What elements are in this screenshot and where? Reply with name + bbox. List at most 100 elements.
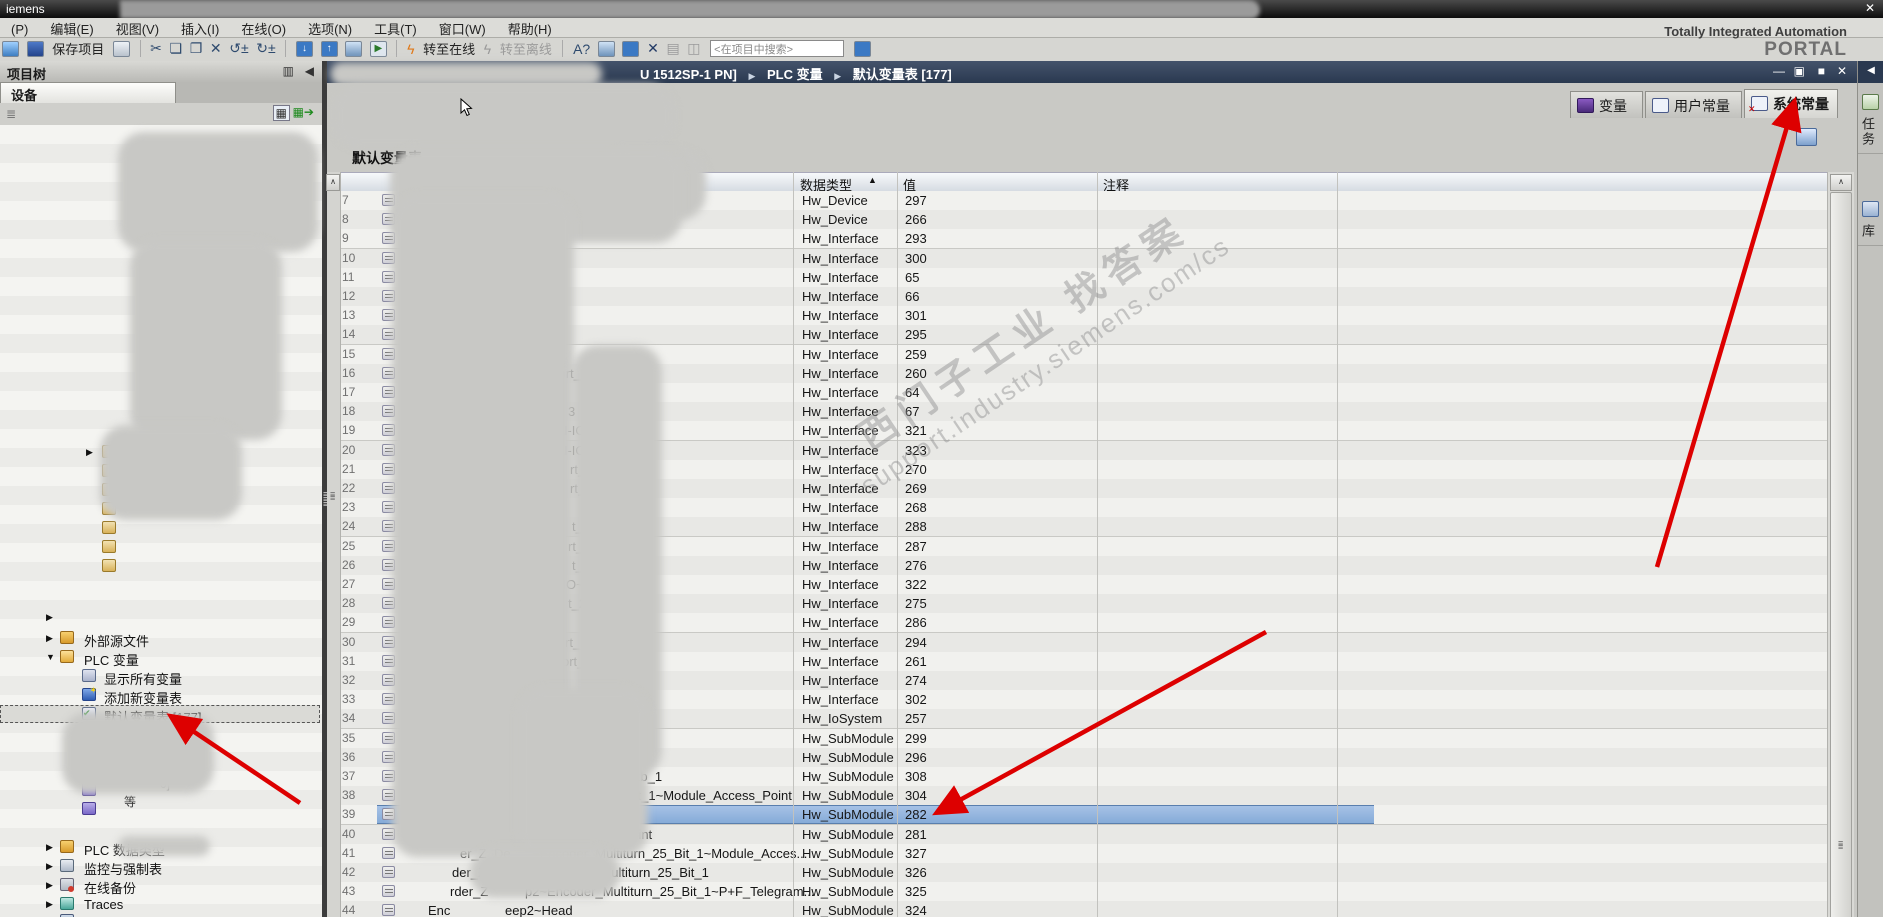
menu-item-7[interactable]: 窗口(W) — [428, 18, 497, 39]
window-lock-icon[interactable] — [1796, 128, 1817, 146]
cell-value: 321 — [905, 423, 927, 439]
row-number: 27 — [342, 577, 356, 591]
mouse-cursor-icon — [460, 98, 473, 117]
tab-devices[interactable]: 设备 — [0, 82, 176, 103]
breadcrumb-plc-tags[interactable]: PLC 变量 — [767, 67, 823, 82]
minimize-editor-icon[interactable]: — — [1773, 64, 1785, 78]
menu-item-0[interactable]: (P) — [0, 21, 39, 38]
paste-icon[interactable]: ❐ — [190, 40, 203, 57]
cell-data-type: Hw_Interface — [802, 500, 879, 516]
watch-icon — [60, 859, 74, 872]
cut-icon[interactable]: ✂ — [150, 40, 162, 57]
scroll-up-icon[interactable]: ∧ — [1830, 174, 1852, 191]
scroll-up-icon[interactable]: ∧ — [326, 174, 340, 191]
go-offline-button[interactable]: 转至离线 — [500, 39, 552, 58]
sidebar-item-tasks[interactable]: 任务 — [1858, 89, 1883, 154]
save-project-icon[interactable] — [26, 40, 44, 57]
refresh-view-icon[interactable]: ▦➔ — [293, 105, 314, 119]
table-right-scrollbar[interactable]: ∧ ≡ ≡ — [1827, 172, 1854, 917]
tab-变量[interactable]: 变量 — [1570, 91, 1643, 118]
project-search-icon[interactable] — [853, 40, 871, 57]
accessible-devices-icon[interactable] — [597, 40, 615, 57]
table-left-scrollbar[interactable]: ∧ ≡ ≡ — [326, 172, 341, 917]
splitter-grip[interactable]: ≡ ≡ ≡ — [323, 490, 328, 518]
row-number: 34 — [342, 711, 356, 726]
chevron-right-icon[interactable]: ▶ — [46, 880, 53, 891]
download-to-device-icon[interactable]: ↓ — [295, 40, 313, 57]
menu-item-1[interactable]: 编辑(E) — [39, 18, 104, 39]
chevron-down-icon[interactable]: ▼ — [46, 652, 55, 662]
cell-data-type: Hw_SubModule — [802, 845, 894, 861]
new-project-icon[interactable] — [2, 40, 19, 57]
start-simulation-icon[interactable]: ▶ — [369, 40, 387, 57]
table-row-44[interactable]: 44 Enc eep2~Head Hw_SubModule 324 — [340, 901, 1827, 917]
tree-filter-icon[interactable]: ≣ — [6, 107, 16, 121]
stop-cpu-icon[interactable]: ✕ — [647, 40, 659, 57]
collapse-right-icon[interactable]: ◀ — [1858, 61, 1883, 83]
delete-icon[interactable]: ✕ — [210, 40, 222, 57]
diagnostics-icon[interactable]: A? — [573, 41, 590, 57]
details-view-icon[interactable]: ▦ — [272, 105, 290, 121]
save-project-button[interactable]: 保存项目 — [52, 39, 104, 58]
menu-item-2[interactable]: 视图(V) — [105, 18, 170, 39]
row-number: 28 — [342, 596, 356, 611]
pin-panel-icon[interactable]: ▥ — [283, 64, 294, 78]
menu-item-5[interactable]: 选项(N) — [297, 18, 363, 39]
tasks-label: 任务 — [1860, 117, 1875, 147]
cell-value: 282 — [905, 807, 927, 823]
row-number: 8 — [342, 212, 349, 227]
tab-label: 变量 — [1599, 98, 1627, 114]
sidebar-item-libraries[interactable]: 库 — [1858, 196, 1883, 246]
undo-icon[interactable]: ↺± — [229, 40, 248, 57]
chevron-right-icon[interactable]: ▶ — [46, 861, 53, 872]
tab-用户常量[interactable]: 用户常量 — [1645, 91, 1742, 118]
collapse-panel-icon[interactable]: ◀ — [305, 64, 314, 78]
print-icon[interactable] — [112, 40, 130, 57]
breadcrumb-device[interactable]: U 1512SP-1 PN] — [640, 67, 737, 82]
cell-value: 259 — [905, 346, 927, 362]
cell-value: 322 — [905, 577, 927, 592]
device-view-icon[interactable] — [345, 40, 363, 57]
menu-item-3[interactable]: 插入(I) — [170, 18, 230, 39]
go-offline-icon: ϟ — [483, 40, 492, 57]
maximize-editor-icon[interactable]: ■ — [1818, 64, 1825, 78]
split-editor-v-icon[interactable]: ◫ — [687, 40, 700, 57]
cell-value: 327 — [905, 845, 927, 861]
restore-editor-icon[interactable]: ▣ — [1794, 64, 1805, 78]
redo-icon[interactable]: ↻± — [256, 40, 275, 57]
go-online-button[interactable]: 转至在线 — [423, 39, 475, 58]
upload-from-device-icon[interactable]: ↑ — [320, 40, 338, 57]
split-editor-h-icon[interactable]: ▤ — [666, 40, 679, 57]
cell-data-type: Hw_Interface — [802, 481, 879, 496]
start-cpu-icon[interactable] — [622, 40, 640, 57]
menu-bar: (P) 编辑(E) 视图(V) 插入(I) 在线(O) 选项(N) 工具(T) 窗口(W) 帮助… — [0, 18, 1883, 38]
cell-value: 257 — [905, 711, 927, 727]
scrollbar-thumb[interactable]: ≡ ≡ — [1830, 192, 1852, 917]
window-titlebar: iemens ✕ — [0, 0, 1883, 19]
cell-data-type: Hw_Device — [802, 193, 868, 208]
copy-icon[interactable]: ❏ — [170, 40, 183, 57]
close-editor-icon[interactable]: ✕ — [1837, 64, 1847, 78]
cell-value: 299 — [905, 730, 927, 746]
sort-ascending-icon[interactable]: ▲ — [868, 175, 877, 185]
cell-data-type: Hw_Interface — [802, 615, 879, 631]
folder-open-icon — [60, 650, 74, 663]
row-number: 15 — [342, 346, 356, 361]
device-icon — [102, 540, 116, 553]
chevron-right-icon[interactable]: ▶ — [46, 633, 53, 644]
menu-item-6[interactable]: 工具(T) — [363, 18, 428, 39]
tab-系统常量[interactable]: 系统常量 — [1744, 89, 1838, 118]
tasks-icon — [1862, 94, 1879, 110]
menu-item-8[interactable]: 帮助(H) — [497, 18, 563, 39]
chevron-right-icon[interactable]: ▶ — [86, 447, 93, 458]
row-number: 36 — [342, 749, 356, 764]
search-input[interactable] — [710, 40, 845, 57]
row-number: 31 — [342, 653, 356, 668]
chevron-right-icon[interactable]: ▶ — [46, 899, 53, 910]
chevron-right-icon[interactable]: ▶ — [46, 612, 53, 623]
close-icon[interactable]: ✕ — [1865, 1, 1875, 15]
breadcrumb-tag-table[interactable]: 默认变量表 [177] — [853, 67, 952, 82]
cell-value: 295 — [905, 327, 927, 343]
menu-item-4[interactable]: 在线(O) — [230, 18, 297, 39]
chevron-right-icon[interactable]: ▶ — [46, 842, 53, 853]
